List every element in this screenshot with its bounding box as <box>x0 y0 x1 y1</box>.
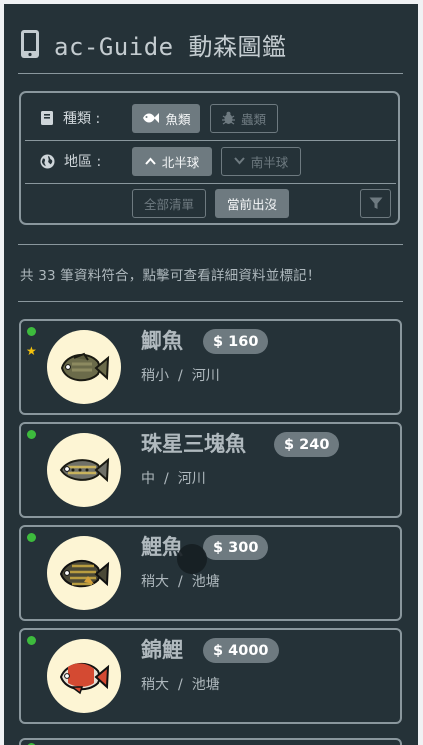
fish-card[interactable]: 錦鯉 $ 4000 稍大 / 池塘 <box>19 628 402 724</box>
southern-hemisphere-button[interactable]: 南半球 <box>221 146 301 176</box>
result-count-text: 共 33 筆資料符合，點擊可查看詳細資料並標記！ <box>20 268 321 284</box>
available-indicator <box>27 533 36 542</box>
bug-category-button[interactable]: 蟲類 <box>210 103 278 133</box>
fish-avatar <box>47 433 121 507</box>
app-window: ac-Guide 動森圖鑑 種類 : 魚類 蟲類 地區: 北半球 南半球 全部… <box>4 4 418 745</box>
fish-meta: 稍大 / 池塘 <box>141 677 220 693</box>
fish-avatar <box>47 330 121 404</box>
fish-location: 河川 <box>177 471 206 487</box>
category-row: 種類 : 魚類 蟲類 <box>21 98 398 138</box>
header: ac-Guide 動森圖鑑 <box>20 24 287 64</box>
fish-location: 池塘 <box>191 677 220 693</box>
divider <box>18 244 403 245</box>
chevron-down-icon <box>233 157 245 165</box>
fish-meta: 中 / 河川 <box>141 471 206 487</box>
divider <box>18 73 403 74</box>
region-row: 地區 : 北半球 南半球 <box>21 141 398 181</box>
fish-name: 錦鯉 <box>141 638 183 662</box>
price-badge: $ 160 <box>203 329 269 354</box>
fish-icon <box>143 113 160 123</box>
fish-size: 稍大 <box>141 574 169 590</box>
divider <box>25 183 396 184</box>
dace-image <box>59 457 110 483</box>
fish-card[interactable]: 鯉魚 $ 300 稍大 / 池塘 <box>19 525 402 621</box>
filter-panel: 種類 : 魚類 蟲類 地區: 北半球 南半球 全部清單 當前出沒 <box>19 91 400 225</box>
fish-location: 河川 <box>191 368 220 384</box>
filter-icon <box>369 197 382 209</box>
available-indicator <box>27 430 36 439</box>
fish-name: 珠星三塊魚 <box>141 432 246 456</box>
fish-size: 稍小 <box>141 368 169 384</box>
category-label: 種類 : <box>40 108 100 128</box>
northern-hemisphere-button[interactable]: 北半球 <box>132 146 212 176</box>
region-label: 地區 : <box>40 151 101 171</box>
divider <box>18 301 403 302</box>
fish-size: 中 <box>141 471 155 487</box>
globe-icon <box>40 153 55 169</box>
book-icon <box>41 111 53 125</box>
fish-card[interactable]: ★ 鯽魚 $ 160 稍小 / 河川 <box>19 319 402 415</box>
fish-size: 稍大 <box>141 677 169 693</box>
star-icon: ★ <box>26 344 37 358</box>
carp-image <box>59 559 110 588</box>
crucian-carp-image <box>60 352 110 382</box>
currently-available-button[interactable]: 當前出沒 <box>215 189 289 218</box>
fish-meta: 稍小 / 河川 <box>141 368 220 384</box>
fish-avatar <box>47 639 121 713</box>
fish-avatar <box>47 536 121 610</box>
fish-card[interactable] <box>19 738 402 745</box>
page-title: ac-Guide 動森圖鑑 <box>54 32 287 61</box>
price-badge: $ 300 <box>203 535 269 560</box>
fish-location: 池塘 <box>191 574 220 590</box>
fish-category-button[interactable]: 魚類 <box>132 103 200 133</box>
available-indicator <box>27 636 36 645</box>
filter-button[interactable] <box>360 189 391 218</box>
price-badge: $ 4000 <box>203 638 279 663</box>
available-indicator <box>27 327 36 336</box>
fish-meta: 稍大 / 池塘 <box>141 574 220 590</box>
koi-image <box>59 662 110 695</box>
bug-icon <box>221 111 235 125</box>
mobile-phone-icon <box>21 30 39 58</box>
all-list-button[interactable]: 全部清單 <box>132 189 206 218</box>
price-badge: $ 240 <box>274 432 340 457</box>
chevron-up-icon <box>144 157 156 165</box>
touch-cursor <box>177 544 207 574</box>
fish-card[interactable]: 珠星三塊魚 $ 240 中 / 河川 <box>19 422 402 518</box>
fish-name: 鯽魚 <box>141 329 183 353</box>
